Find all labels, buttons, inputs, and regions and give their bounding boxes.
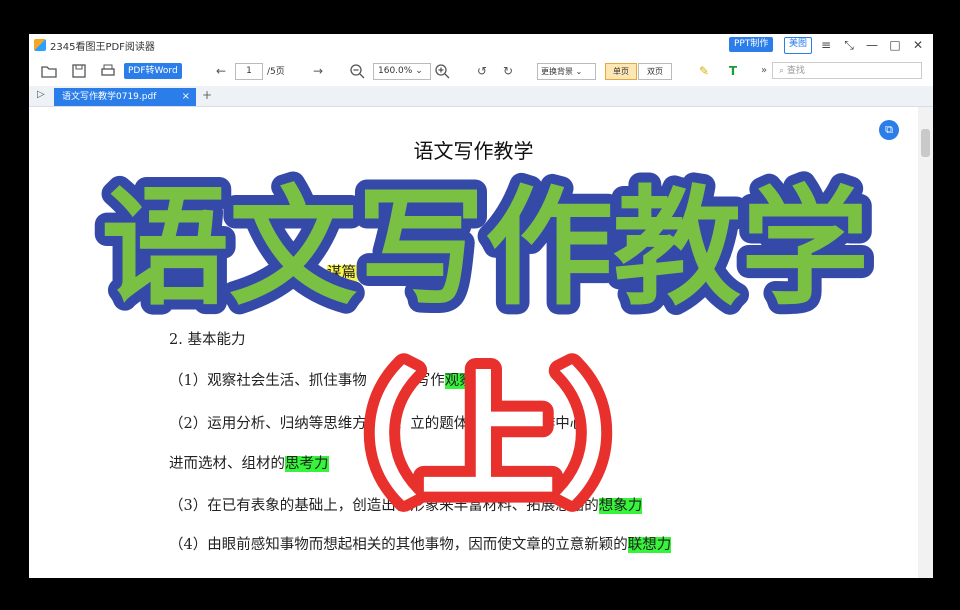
document-line: （4）由眼前感知事物而想起相关的其他事物，因而使文章的立意新颖的联想力 [169,533,672,554]
pdf-to-word-button[interactable]: PDF转Word [124,63,182,79]
zoom-out-icon[interactable] [349,63,365,79]
minimize-icon[interactable]: — [864,37,880,53]
highlighter-icon[interactable]: ✎ [695,62,713,80]
chevron-down-icon: ⌄ [415,66,423,76]
maximize-icon[interactable]: □ [887,37,903,53]
line-text: 2. 基本能力 [169,332,246,348]
line-text: 审题、立 [366,416,425,432]
tab-close-icon[interactable]: × [182,88,190,106]
vertical-scrollbar[interactable] [918,107,933,578]
highlighted-text: 谋篇布局 [327,265,385,281]
prev-page-icon[interactable]: ← [212,62,230,80]
save-icon[interactable] [71,63,87,79]
document-line: 2. 基本能力 [169,328,245,349]
pdf-reader-window: 2345看图王PDF阅读器 PPT制作 美图 ≡ ⤡ — □ ✕ PDF转Wor… [29,34,933,578]
document-line: 进而选材、组材的思考力 [169,452,329,473]
line-text: （4）由眼前感知事物而想起相关的其他事物，因而使文章的立意新颖的 [169,537,628,553]
ppt-make-button[interactable]: PPT制作 [729,37,774,52]
change-background-label: 更换背景 [541,67,573,76]
search-placeholder: 查找 [786,66,805,76]
document-view[interactable]: ⧉ 语文写作教学 谋篇布局、语言能力 2. 基本能力 （1）观察社会生活、抓住事物积… [29,107,918,578]
sidebar-toggle-icon[interactable]: ▷ [37,89,45,100]
line-text: （2）运用分析、归纳等思维方 [169,416,367,432]
zoom-in-icon[interactable] [434,63,450,79]
app-logo-icon [34,39,46,51]
search-input[interactable]: ⌕ 查找 [772,62,922,79]
highlighted-text: 联想力 [627,537,672,553]
change-background-select[interactable]: 更换背景 ⌄ [537,63,596,80]
open-folder-icon[interactable] [41,63,57,79]
more-tools-icon[interactable]: » [755,62,773,80]
text-color-icon[interactable]: T [724,62,742,80]
menu-icon[interactable]: ≡ [818,37,834,53]
line-text: 的题 [424,416,454,432]
line-text: 能力 [428,265,458,281]
rotate-right-icon[interactable]: ↻ [499,62,517,80]
print-icon[interactable] [100,63,116,79]
line-text: （1）观察社会生活、抓住事物 [169,373,367,389]
document-line: （3）在已有表象的基础上，创造出新形象来丰富材料、拓展思路的想象力 [169,494,643,515]
document-line: （2）运用分析、归纳等思维方审题、立的题体裁，明确写作中心， [169,412,599,433]
page-number-input[interactable]: 1 [235,63,263,80]
tab-document[interactable]: 语文写作教学0719.pdf × [54,88,196,106]
next-page-icon[interactable]: → [309,62,327,80]
highlighted-text: 想象力 [598,498,643,514]
new-tab-icon[interactable]: + [202,88,212,102]
document-line: （1）观察社会生活、抓住事物 积累写作观察力 [169,369,489,390]
line-text: 、 [385,265,400,281]
document-title: 语文写作教学 [413,139,534,163]
tab-label: 语文写作教学0719.pdf [62,92,157,102]
double-page-button[interactable]: 双页 [638,63,672,80]
page-total-label: /5页 [267,67,285,77]
tab-bar: ▷ 语文写作教学0719.pdf × + [29,86,933,107]
toolbar: PDF转Word ← 1 /5页 → 160.0% ⌄ ↺ ↻ 更换背景 ⌄ 单… [29,56,933,86]
scrollbar-thumb[interactable] [921,129,930,157]
zoom-value: 160.0% [378,66,413,76]
single-page-button[interactable]: 单页 [605,63,637,80]
highlighted-text: 思考力 [285,456,329,472]
line-text: 积累写作 [386,373,445,389]
line-text: 进而选材、组材的 [169,456,285,472]
highlighted-text: 语言 [399,265,429,281]
title-bar: 2345看图王PDF阅读器 PPT制作 美图 ≡ ⤡ — □ ✕ [29,34,933,56]
line-text: （3）在已有表象的基础上，创造出新形象来丰富材料、拓展思路的 [169,498,599,514]
close-icon[interactable]: ✕ [910,37,926,53]
line-text: 体裁，明确写作中心， [453,416,599,432]
meitu-button[interactable]: 美图 [784,37,813,54]
document-line: 谋篇布局、语言能力 [327,261,458,282]
fullscreen-icon[interactable]: ⤡ [841,37,857,53]
search-icon: ⌕ [779,66,785,76]
rotate-left-icon[interactable]: ↺ [473,62,491,80]
chevron-down-icon: ⌄ [575,67,583,76]
app-title: 2345看图王PDF阅读器 [50,42,155,53]
zoom-select[interactable]: 160.0% ⌄ [373,63,431,80]
highlighted-text: 观察力 [444,373,489,389]
